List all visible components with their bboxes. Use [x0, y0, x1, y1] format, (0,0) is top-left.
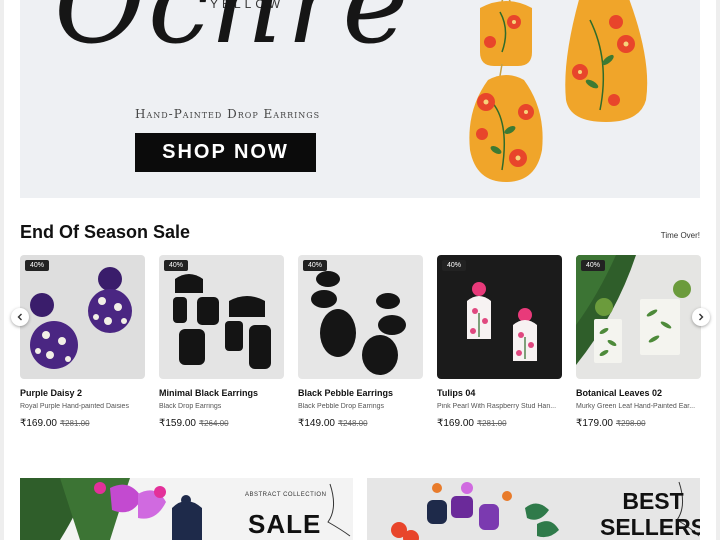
best-sellers-line2: SELLERS [600, 514, 700, 540]
original-price: ₹264.00 [198, 419, 229, 428]
sale-price: ₹159.00 [159, 418, 196, 429]
hero-script-title: Ochre [54, 0, 411, 69]
product-name[interactable]: Botanical Leaves 02 [576, 388, 701, 398]
product-name[interactable]: Black Pebble Earrings [298, 388, 423, 398]
discount-badge: 40% [164, 260, 189, 271]
minimal-black-earring-image [173, 274, 271, 369]
product-price: ₹159.00 ₹264.00 [159, 418, 284, 429]
product-description: Royal Purple Hand-painted Daisies [20, 403, 129, 410]
original-price: ₹298.00 [615, 419, 646, 428]
hero-earrings-image [469, 0, 648, 182]
original-price: ₹281.00 [59, 419, 90, 428]
best-sellers-title: BEST SELLERS [600, 488, 700, 540]
product-price: ₹179.00 ₹298.00 [576, 418, 701, 429]
carousel-next-button[interactable] [692, 308, 710, 326]
sale-timer: Time Over! [660, 231, 700, 240]
sale-banner-title: SALE [248, 509, 322, 539]
product-image[interactable]: 40% [159, 255, 284, 379]
product-name[interactable]: Tulips 04 [437, 388, 562, 398]
product-image[interactable]: 40% [576, 255, 701, 379]
sale-price: ₹149.00 [298, 418, 335, 429]
sale-price: ₹169.00 [437, 418, 474, 429]
tulips-earring-image [467, 282, 537, 361]
left-gutter [0, 0, 4, 540]
product-price: ₹169.00 ₹281.00 [437, 418, 562, 429]
product-image[interactable]: 40% [20, 255, 145, 379]
product-card[interactable]: 40% Black Pebble Earrings Black Pebble D… [298, 255, 423, 429]
discount-badge: 40% [303, 260, 328, 271]
shop-now-button[interactable]: SHOP NOW [135, 133, 316, 172]
page: YELLOW Ochre Hand-Painted Drop Earrings … [0, 0, 720, 540]
purple-daisy-earring-image [30, 267, 132, 369]
product-price: ₹169.00 ₹281.00 [20, 418, 145, 429]
hero-subtitle: Hand-Painted Drop Earrings [135, 107, 321, 121]
sale-banner-tag: ABSTRACT COLLECTION [245, 492, 327, 498]
discount-badge: 40% [442, 260, 467, 271]
carousel-prev-button[interactable] [11, 308, 29, 326]
product-name[interactable]: Purple Daisy 2 [20, 388, 145, 398]
product-description: Black Pebble Drop Earrings [298, 403, 384, 410]
botanical-leaves-earring-image [576, 255, 691, 365]
product-description: Pink Pearl With Raspberry Stud Han... [437, 403, 557, 410]
chevron-left-icon [17, 313, 22, 321]
sale-price: ₹179.00 [576, 418, 613, 429]
best-sellers-banner[interactable]: BEST SELLERS [367, 478, 700, 540]
right-gutter [716, 0, 720, 540]
product-description: Black Drop Earrings [159, 403, 222, 410]
product-card[interactable]: 40% Botanical Leaves 02 Murky Green Leaf… [576, 255, 701, 429]
product-card[interactable]: 40% Minimal Black Earrings Black Drop Ea… [159, 255, 284, 429]
product-name[interactable]: Minimal Black Earrings [159, 388, 284, 398]
discount-badge: 40% [581, 260, 606, 271]
product-price: ₹149.00 ₹248.00 [298, 418, 423, 429]
discount-badge: 40% [25, 260, 50, 271]
product-image[interactable]: 40% [298, 255, 423, 379]
original-price: ₹281.00 [476, 419, 507, 428]
section-title: End Of Season Sale [20, 222, 191, 242]
sale-banner[interactable]: ABSTRACT COLLECTION SALE [20, 478, 353, 540]
product-image[interactable]: 40% [437, 255, 562, 379]
product-card[interactable]: 40% Purple Daisy 2 Royal Purple Hand-pai… [20, 255, 145, 429]
sale-price: ₹169.00 [20, 418, 57, 429]
best-sellers-line1: BEST [622, 488, 684, 514]
black-pebble-earring-image [311, 271, 406, 375]
hero-banner[interactable]: YELLOW Ochre Hand-Painted Drop Earrings … [20, 0, 700, 198]
product-card[interactable]: 40% Tulips 04 Pink Pearl With Raspberry … [437, 255, 562, 429]
original-price: ₹248.00 [337, 419, 368, 428]
chevron-right-icon [699, 313, 704, 321]
product-description: Murky Green Leaf Hand-Painted Ear... [576, 403, 696, 410]
